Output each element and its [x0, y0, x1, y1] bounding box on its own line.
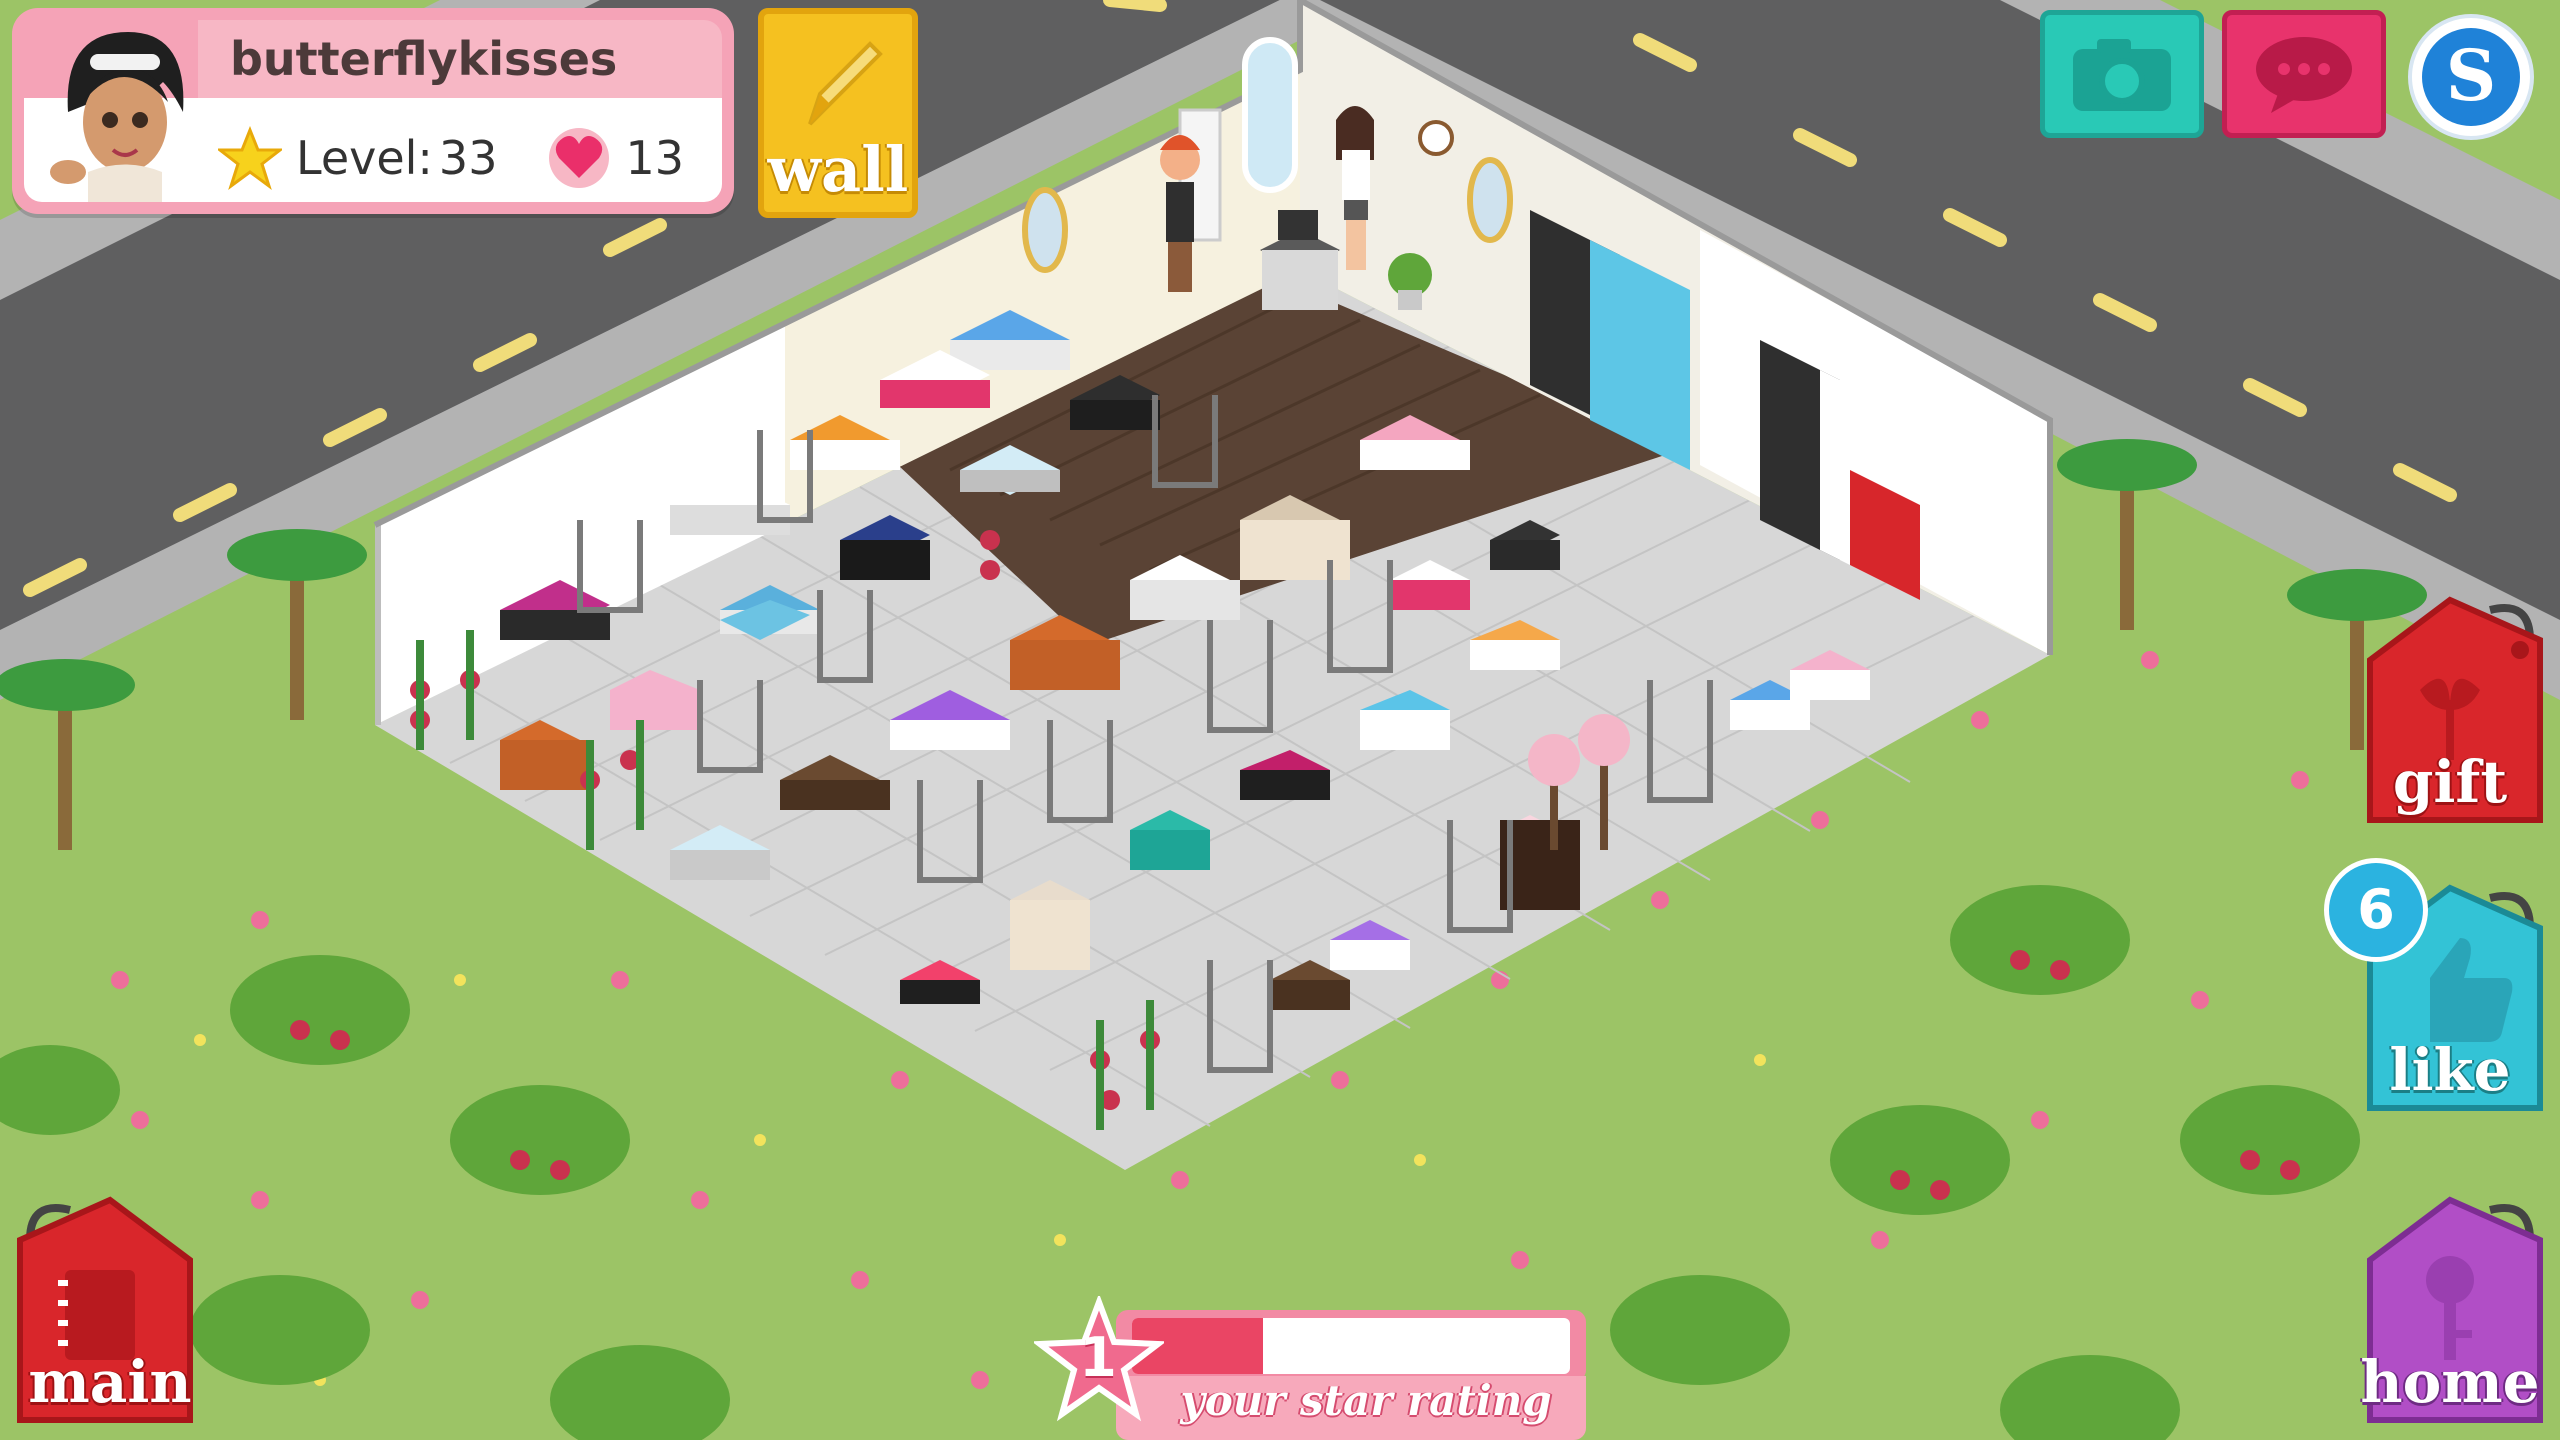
username-strip: butterflykisses [198, 20, 722, 98]
level-hearts-row: Level: 33 13 [218, 126, 684, 190]
camera-button[interactable] [2040, 10, 2204, 138]
chat-button[interactable] [2222, 10, 2386, 138]
heart-icon [549, 128, 610, 188]
player-profile-card[interactable]: butterflykisses Level: 33 13 [12, 8, 734, 214]
avatar[interactable] [28, 22, 218, 202]
like-count-badge: 6 [2324, 858, 2428, 962]
chat-icon [2256, 37, 2352, 113]
wall-button[interactable]: wall [758, 8, 918, 218]
home-button[interactable]: home [2350, 1180, 2550, 1430]
star-rating-widget[interactable]: your star rating 1 [1034, 1296, 1586, 1440]
rating-progress-track [1132, 1318, 1570, 1374]
gift-label: gift [2392, 748, 2508, 816]
level-value: 33 [438, 131, 498, 185]
currency-button[interactable]: S [2408, 14, 2534, 140]
rating-caption: your star rating [1180, 1376, 1552, 1425]
game-scene[interactable] [0, 0, 2560, 1440]
gift-button[interactable]: gift [2350, 580, 2550, 830]
hearts-count: 13 [625, 131, 685, 185]
rating-stars-value: 1 [1079, 1326, 1117, 1389]
pencil-icon [808, 41, 883, 126]
wall-label: wall [767, 133, 909, 206]
camera-icon [2073, 39, 2171, 111]
main-button[interactable]: main [10, 1180, 210, 1430]
username: butterflykisses [230, 32, 618, 86]
level-label: Level: [296, 131, 433, 185]
like-label: like [2389, 1036, 2511, 1104]
currency-icon: S [2422, 28, 2520, 126]
main-label: main [28, 1348, 192, 1416]
home-label: home [2360, 1348, 2540, 1416]
star-icon [218, 126, 282, 190]
